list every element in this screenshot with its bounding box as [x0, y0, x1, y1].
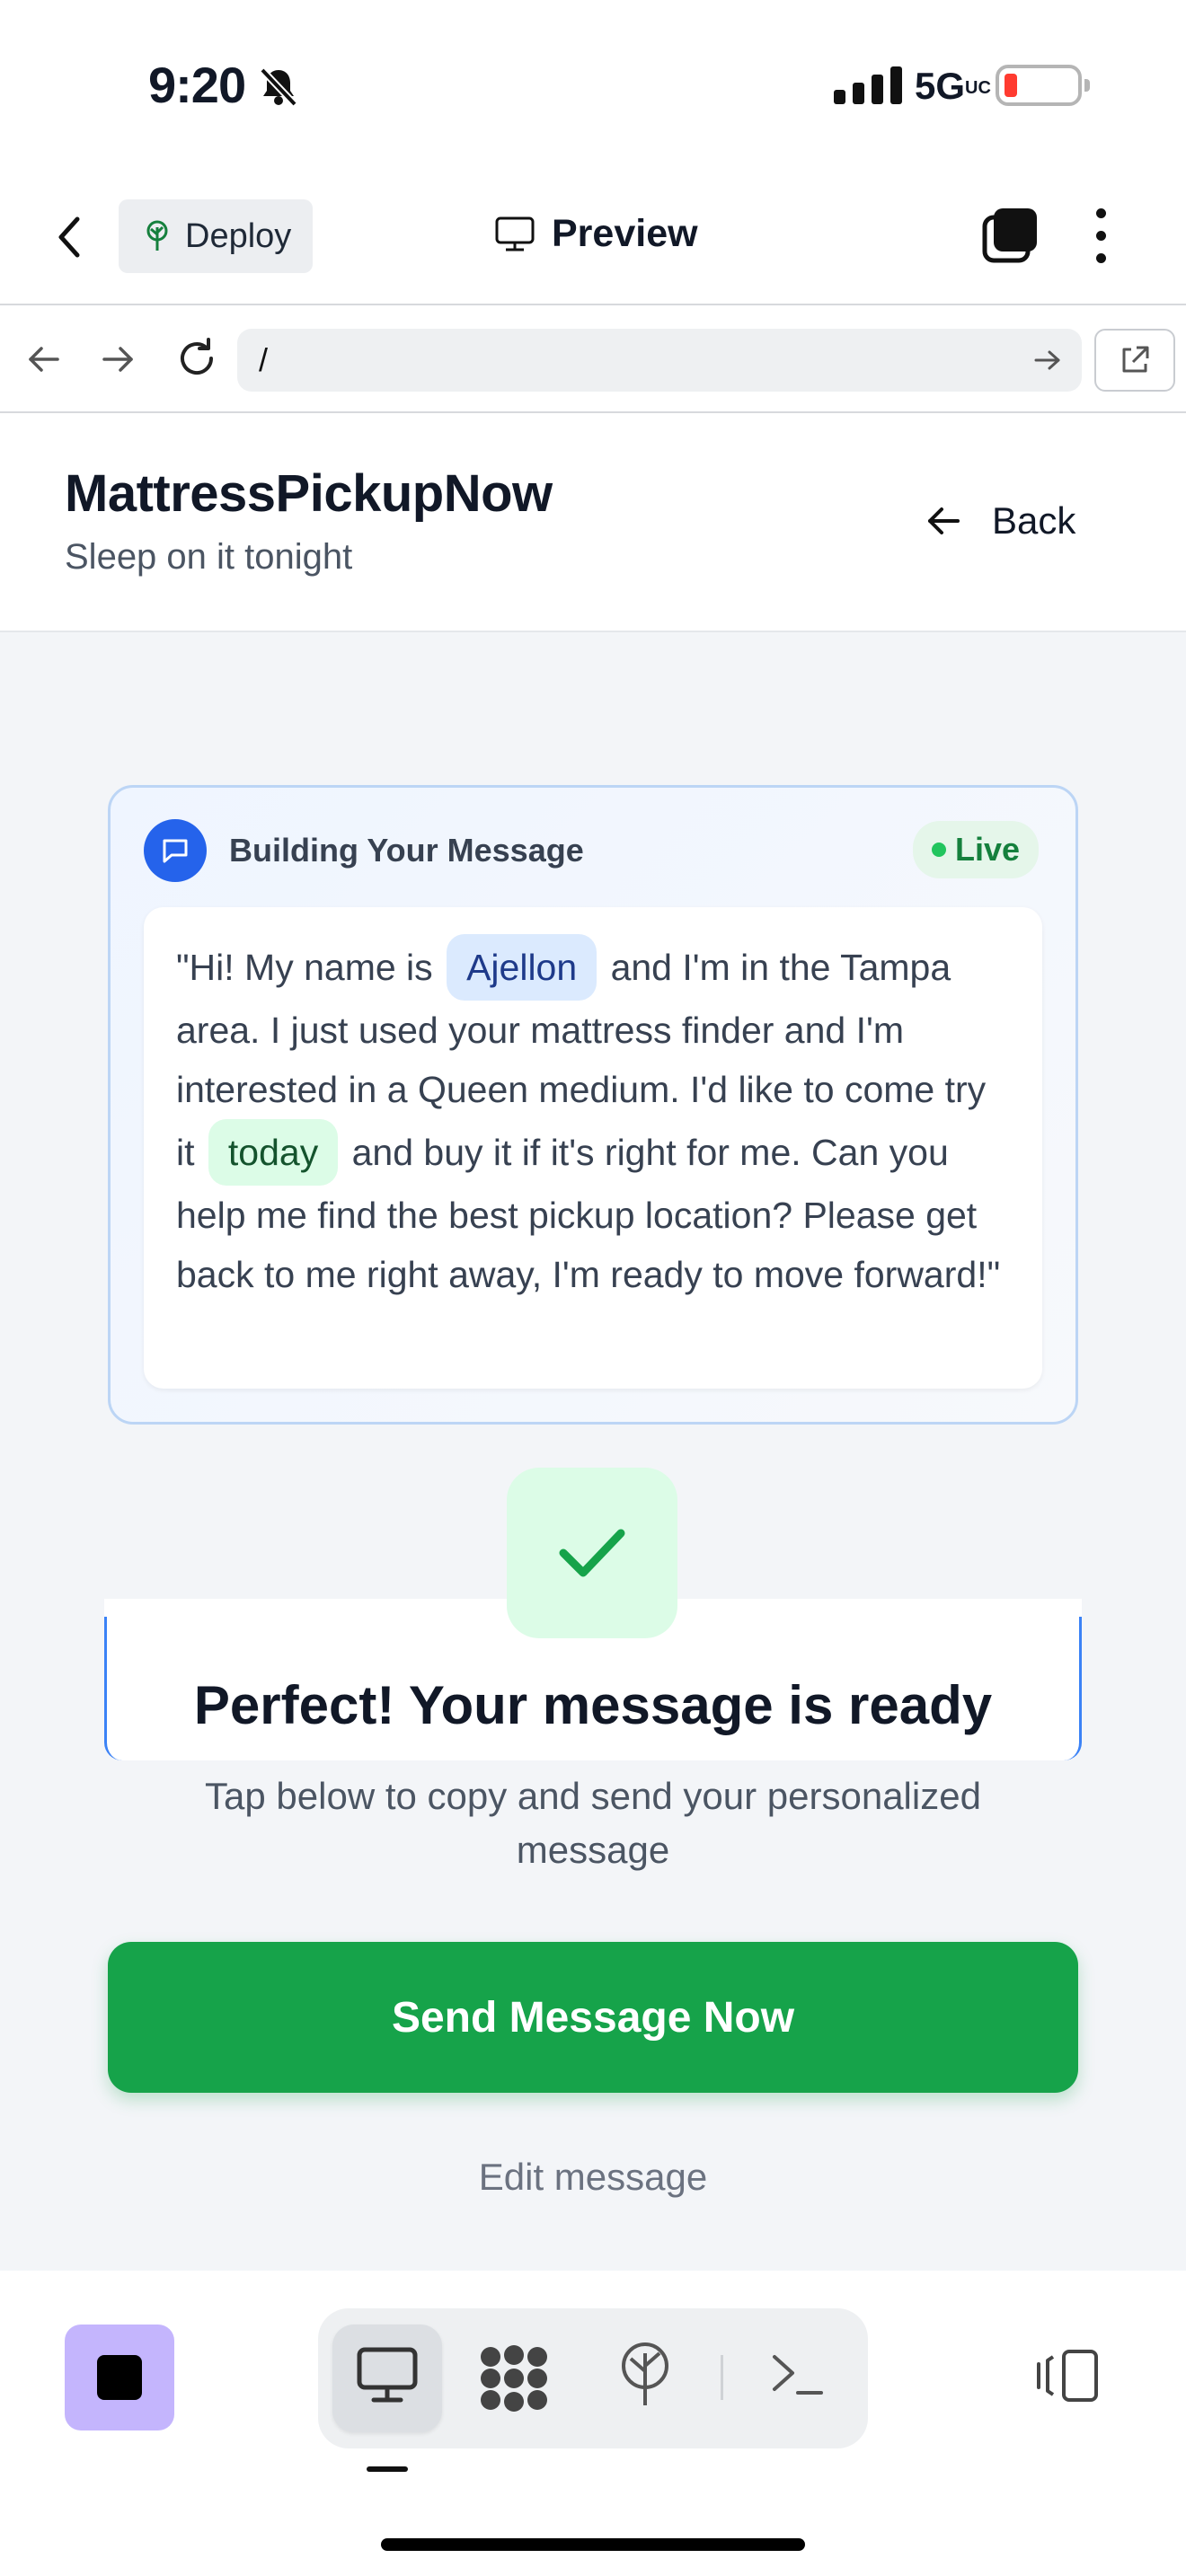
live-badge: Live	[913, 821, 1039, 878]
timing-chip: today	[208, 1119, 339, 1186]
url-input[interactable]	[237, 329, 1082, 392]
apps-grid-icon[interactable]	[478, 2344, 550, 2413]
home-indicator	[381, 2538, 805, 2551]
monitor-icon	[495, 216, 535, 251]
battery-icon	[996, 65, 1090, 106]
deploy-tree-icon	[146, 220, 168, 251]
network-label: 5GUC	[915, 65, 991, 107]
chat-bubble-icon	[163, 839, 188, 863]
chevron-left-icon[interactable]	[56, 216, 83, 259]
live-dot-icon	[931, 842, 946, 857]
active-tab-indicator	[367, 2466, 408, 2472]
preview-label: Preview	[552, 212, 698, 255]
stop-button[interactable]	[65, 2325, 174, 2430]
ready-title: Perfect! Your message is ready	[193, 1675, 993, 1735]
chat-badge	[144, 819, 207, 882]
tabs-stack-icon[interactable]	[981, 207, 1039, 264]
arrow-right-icon[interactable]	[101, 341, 137, 377]
reload-icon[interactable]	[174, 336, 219, 381]
back-label: Back	[992, 499, 1076, 542]
site-title: MattressPickupNow	[65, 464, 553, 523]
deploy-button[interactable]: Deploy	[119, 199, 313, 273]
checkmark-icon	[559, 1529, 625, 1577]
deploy-icon[interactable]	[616, 2341, 674, 2409]
success-badge	[507, 1468, 677, 1638]
site-tagline: Sleep on it tonight	[65, 537, 353, 577]
preview-title: Preview	[494, 212, 698, 256]
stop-icon	[97, 2355, 142, 2400]
go-arrow-icon[interactable]	[1033, 347, 1062, 374]
message-text: "Hi! My name is Ajellon and I'm in the T…	[144, 907, 1042, 1389]
ready-subtitle: Tap below to copy and send your personal…	[205, 1775, 981, 1871]
more-options-icon[interactable]	[1096, 208, 1106, 263]
arrow-left-icon[interactable]	[25, 341, 61, 377]
live-label: Live	[954, 831, 1021, 868]
send-message-button[interactable]: Send Message Now	[108, 1942, 1078, 2093]
message-text-part: "Hi! My name is	[176, 947, 433, 988]
silent-bell-icon	[260, 67, 297, 107]
name-chip: Ajellon	[447, 934, 597, 1001]
panel-toggle-icon[interactable]	[1033, 2348, 1102, 2404]
status-time: 9:20	[148, 57, 246, 113]
deploy-label: Deploy	[185, 216, 292, 255]
terminal-icon[interactable]	[769, 2350, 827, 2400]
signal-icon	[834, 66, 902, 104]
back-button[interactable]: Back	[925, 499, 1075, 543]
external-link-icon	[1122, 346, 1149, 373]
separator	[721, 2355, 723, 2400]
edit-message-link[interactable]: Edit message	[0, 2156, 1186, 2199]
monitor-icon[interactable]	[356, 2346, 419, 2405]
card-label: Building Your Message	[229, 832, 584, 869]
arrow-left-icon	[928, 507, 960, 534]
open-external-button[interactable]	[1094, 329, 1175, 392]
